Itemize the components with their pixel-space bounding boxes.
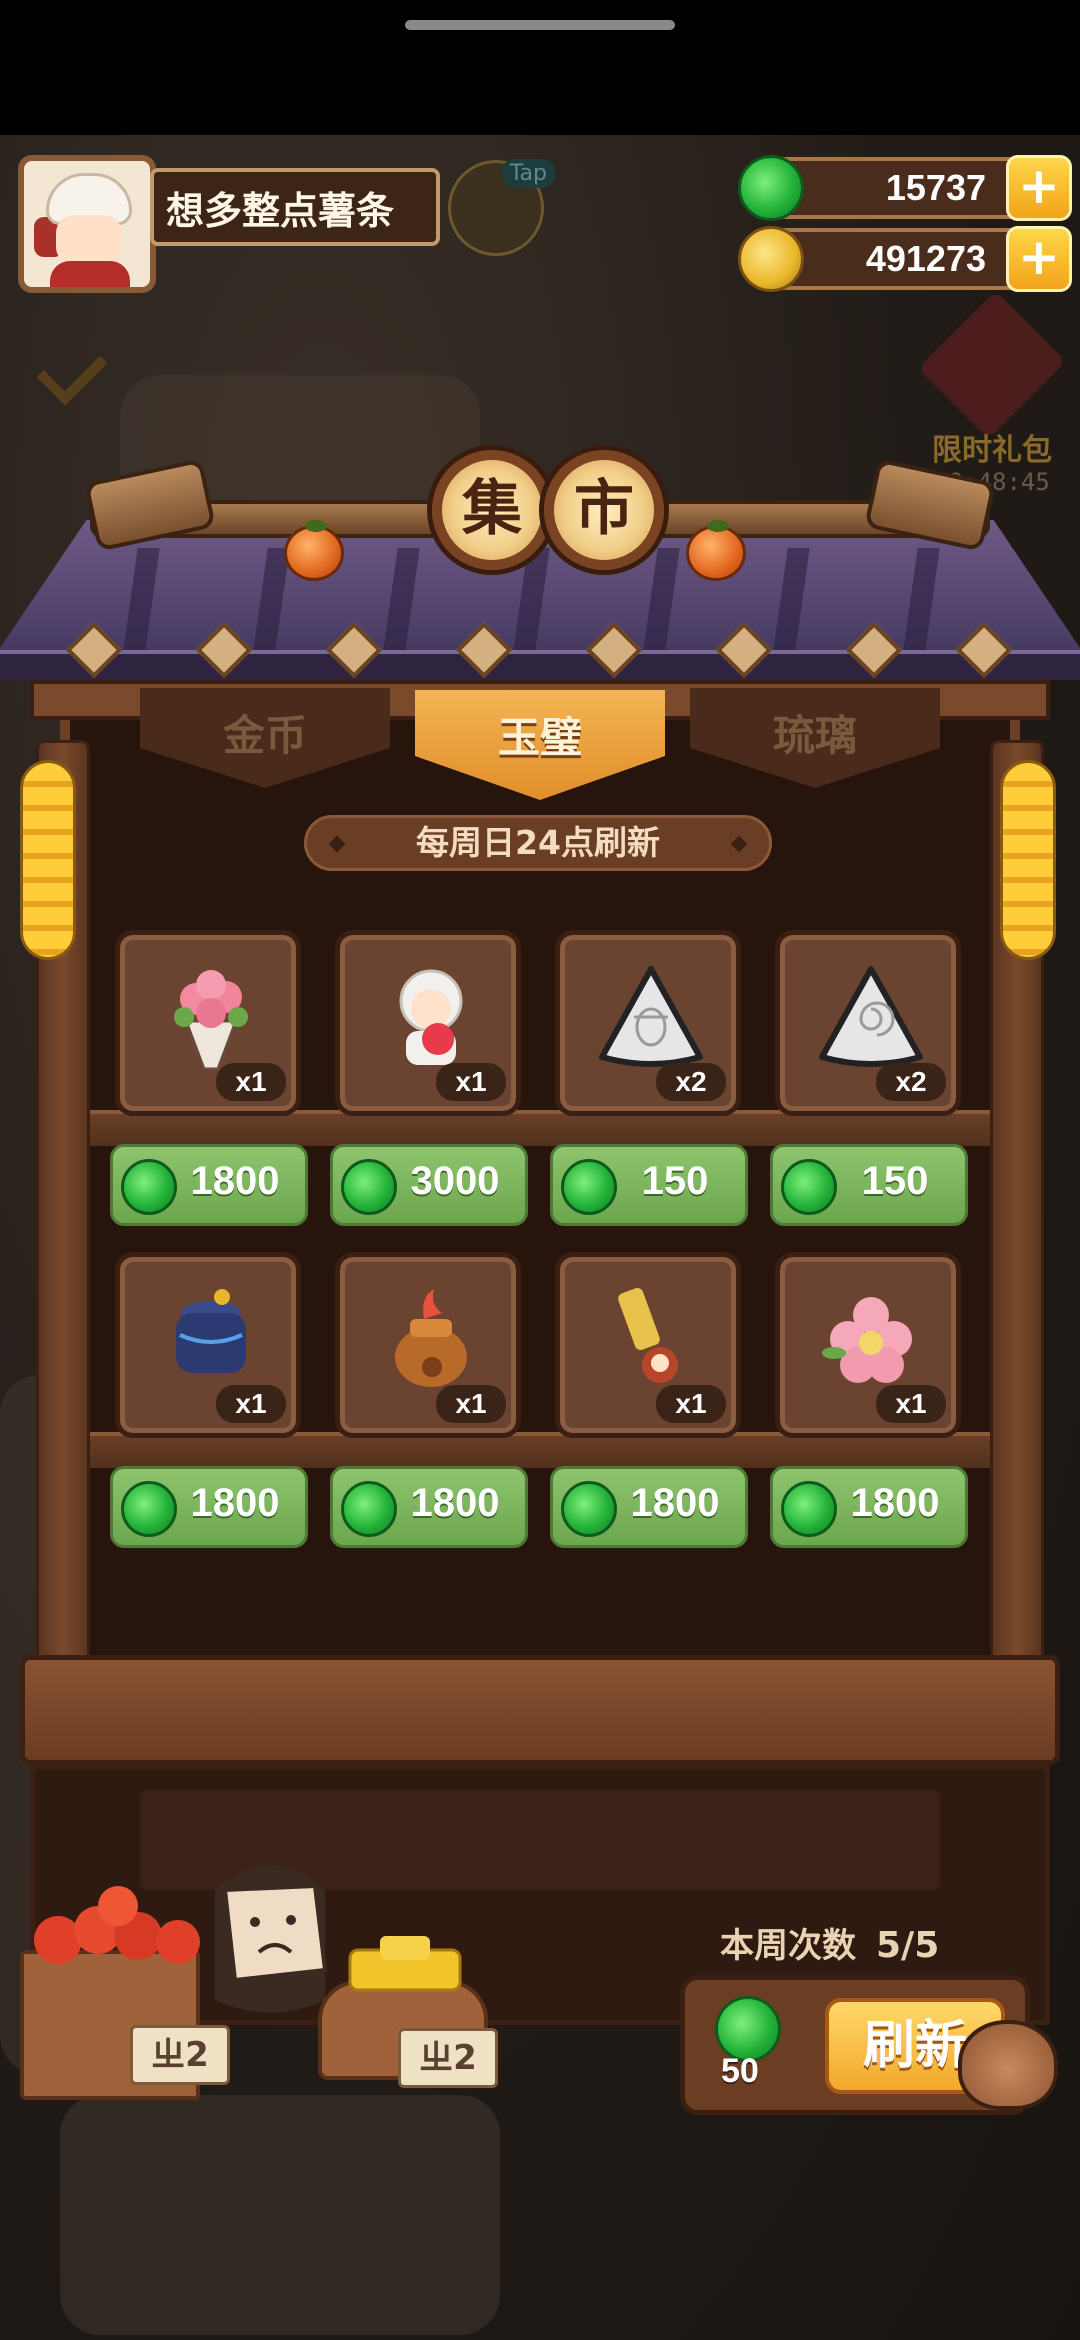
butter-icon (348, 1936, 462, 1992)
shop-item-slot[interactable]: x1 (115, 1252, 301, 1438)
status-bar-handle (405, 20, 675, 30)
refresh-notice: 每周日24点刷新 (304, 815, 772, 871)
roof-edge (0, 650, 1080, 680)
gift-title: 限时礼包 (932, 433, 1052, 468)
price-button[interactable]: 1800 (550, 1466, 748, 1548)
item-quantity: x1 (436, 1385, 506, 1423)
stall-counter (20, 1655, 1060, 1765)
gold-amount: 491273 (865, 238, 986, 279)
price-button[interactable]: 150 (770, 1144, 968, 1226)
corn-decoration-icon (1000, 760, 1056, 960)
flower-bouquet-icon (174, 970, 248, 1071)
corn-decoration-icon (20, 760, 76, 960)
pink-flower-icon (822, 1297, 912, 1383)
player-name-plate[interactable]: 想多整点薯条 (150, 168, 440, 246)
persimmon-icon (686, 520, 746, 581)
item-quantity: x1 (876, 1385, 946, 1423)
golden-key-icon (618, 1288, 678, 1383)
item-quantity: x1 (656, 1385, 726, 1423)
price-amount: 1800 (190, 1481, 280, 1525)
jade-coin-icon (121, 1159, 177, 1215)
gold-coin-icon (738, 226, 804, 292)
price-button[interactable]: 1800 (110, 1466, 308, 1548)
rice-ball-spiral-icon (819, 966, 923, 1067)
price-button[interactable]: 150 (550, 1144, 748, 1226)
weekly-refresh-count: 本周次数 5/5 (720, 1918, 939, 1967)
price-button[interactable]: 1800 (330, 1466, 528, 1548)
item-quantity: x1 (216, 1063, 286, 1101)
shop-item-slot[interactable]: x2 (775, 930, 961, 1116)
jade-coin-icon (341, 1481, 397, 1537)
persimmon-icon (284, 520, 344, 581)
chibi-character-icon (399, 969, 463, 1065)
tap-label: Tap (501, 159, 555, 188)
price-amount: 1800 (850, 1481, 940, 1525)
jade-coin-icon (561, 1159, 617, 1215)
price-button[interactable]: 3000 (330, 1144, 528, 1226)
shop-item-slot[interactable]: x1 (115, 930, 301, 1116)
price-button[interactable]: 1800 (110, 1144, 308, 1226)
jade-coin-icon (738, 155, 804, 221)
bg-book (60, 2095, 500, 2335)
merchant-character[interactable] (195, 1850, 345, 2020)
item-quantity: x1 (216, 1385, 286, 1423)
price-amount: 1800 (630, 1481, 720, 1525)
dark-pot-icon (176, 1289, 246, 1373)
jade-coin-icon (781, 1481, 837, 1537)
market-sign-shi: 市 (544, 450, 664, 570)
jade-amount: 15737 (885, 167, 986, 208)
price-amount: 1800 (410, 1481, 500, 1525)
jade-coin-icon (781, 1159, 837, 1215)
price-amount: 3000 (410, 1159, 500, 1203)
fire-bag-icon (395, 1289, 467, 1387)
shop-item-slot[interactable]: x1 (335, 1252, 521, 1438)
tap-button[interactable]: Tap (448, 159, 555, 256)
gold-currency-bar: 491273 + (738, 226, 1072, 292)
item-quantity: x2 (876, 1063, 946, 1101)
shop-item-slot[interactable]: x1 (775, 1252, 961, 1438)
rice-ball-beetle-icon (599, 966, 703, 1067)
jade-coin-icon (561, 1481, 617, 1537)
item-quantity: x2 (656, 1063, 726, 1101)
item-quantity: x1 (436, 1063, 506, 1101)
jade-coin-icon (121, 1481, 177, 1537)
weekly-count: 5/5 (876, 1925, 940, 1966)
shop-item-slot[interactable]: x1 (555, 1252, 741, 1438)
add-gold-button[interactable]: + (1006, 226, 1072, 292)
weekly-label: 本周次数 (720, 1926, 856, 1966)
price-button[interactable]: 1800 (770, 1466, 968, 1548)
price-amount: 1800 (190, 1159, 280, 1203)
player-name: 想多整点薯条 (166, 188, 395, 233)
price-amount: 150 (641, 1159, 709, 1203)
shop-item-slot[interactable]: x2 (555, 930, 741, 1116)
tomatoes-icon (34, 1886, 200, 1964)
gift-box-icon (917, 290, 1067, 440)
price-tag-right: ㄓ2 (398, 2028, 498, 2088)
mascot-icon (958, 2020, 1058, 2110)
refresh-cost: 50 (721, 2052, 759, 2090)
shop-item-slot[interactable]: x1 (335, 930, 521, 1116)
price-tag-left: ㄓ2 (130, 2025, 230, 2085)
add-jade-button[interactable]: + (1006, 155, 1072, 221)
market-sign-ji: 集 (432, 450, 552, 570)
price-amount: 150 (861, 1159, 929, 1203)
jade-currency-bar: 15737 + (738, 155, 1072, 221)
jade-coin-icon (341, 1159, 397, 1215)
player-avatar[interactable] (18, 155, 156, 293)
